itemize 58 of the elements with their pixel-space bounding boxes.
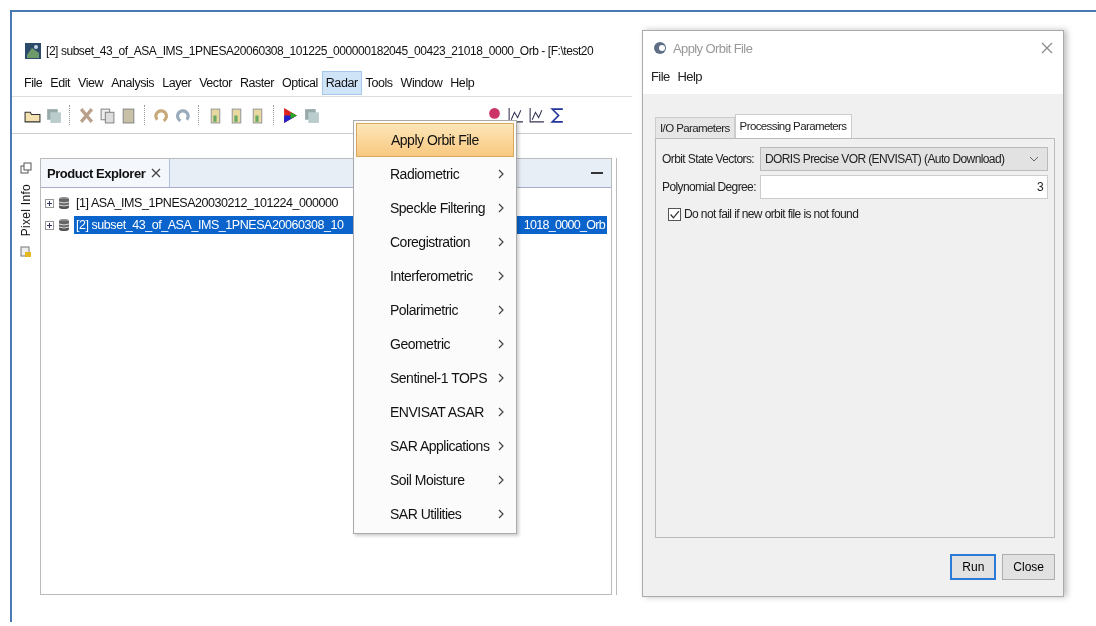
field-label: Polynomial Degree:	[662, 180, 756, 194]
menu-item[interactable]: Optical	[278, 71, 322, 95]
app-logo-icon	[653, 41, 667, 55]
menu-item[interactable]: File	[20, 71, 47, 95]
panel-tab[interactable]: Product Explorer	[41, 159, 171, 187]
menu-entry[interactable]: Sentinel-1 TOPS	[356, 361, 514, 395]
chart-icon[interactable]	[528, 106, 545, 124]
redo-icon[interactable]	[174, 106, 191, 124]
product-item[interactable]: [1] ASA_IMS_1PNESA20030212_101224_000000	[74, 194, 341, 212]
database-icon	[58, 196, 70, 210]
field-label: Orbit State Vectors:	[662, 152, 756, 166]
menu-item[interactable]: Analysis	[107, 71, 159, 95]
dialog-button[interactable]: Close	[1002, 554, 1055, 580]
window-title: [2] subset_43_of_ASA_IMS_1PNESA20060308_101225_000000182045_00423_21018_0000_Orb - [F:\test20	[46, 44, 594, 58]
menu-item[interactable]: Help	[446, 71, 479, 95]
menu-entry[interactable]: SAR Applications	[356, 429, 514, 463]
checkbox[interactable]	[668, 207, 681, 221]
cut-icon[interactable]	[78, 106, 95, 124]
tab[interactable]: I/O Parameters	[655, 117, 735, 138]
menu-entry[interactable]: Apply Orbit File	[356, 123, 514, 157]
menu-entry[interactable]: Geometric	[356, 327, 514, 361]
checkbox-label: Do not fail if new orbit file is not found	[684, 207, 859, 221]
database-icon	[58, 218, 70, 232]
menu-item[interactable]: Raster	[235, 71, 279, 95]
menu-entry[interactable]: Radiometric	[356, 157, 514, 191]
close-icon[interactable]	[151, 168, 162, 178]
menu-item[interactable]: Window	[396, 71, 447, 95]
menu-item[interactable]: Vector	[195, 71, 236, 95]
app-icon	[25, 43, 41, 59]
caret-icon	[1029, 156, 1039, 162]
sigma-icon[interactable]	[549, 106, 566, 124]
dropdown-field[interactable]: DORIS Precise VOR (ENVISAT) (Auto Download)	[760, 147, 1048, 171]
menu-entry[interactable]: ENVISAT ASAR	[356, 395, 514, 429]
copy-icon[interactable]	[99, 106, 116, 124]
tab[interactable]: Processing Parameters	[734, 114, 852, 138]
dialog-title: Apply Orbit File	[673, 40, 754, 56]
color-icon[interactable]	[282, 106, 299, 124]
info-icon[interactable]	[20, 246, 32, 259]
menu-item[interactable]: View	[74, 71, 108, 95]
dialog-button[interactable]: Run	[950, 554, 997, 580]
undo-icon[interactable]	[153, 106, 170, 124]
menu-item[interactable]: Tools	[361, 71, 397, 95]
minimize-icon[interactable]	[591, 171, 603, 175]
menu-item[interactable]: Layer	[158, 71, 196, 95]
menu-entry[interactable]: SAR Utilities	[356, 497, 514, 531]
menu-entry[interactable]: Polarimetric	[356, 293, 514, 327]
window-icon[interactable]	[20, 162, 32, 174]
chart-icon[interactable]	[507, 106, 524, 124]
menu-item[interactable]: File	[651, 69, 670, 84]
expand-icon[interactable]	[45, 220, 54, 230]
side-tab[interactable]: Pixel Info	[19, 184, 33, 237]
menu-entry[interactable]: Interferometric	[356, 259, 514, 293]
menu-entry[interactable]: Soil Moisture	[356, 463, 514, 497]
menu-item[interactable]: Edit	[46, 71, 75, 95]
expand-icon[interactable]	[45, 198, 54, 208]
menu-item[interactable]: Help	[677, 69, 702, 84]
menu-item[interactable]: Radar	[321, 71, 362, 95]
input-field[interactable]: 3	[760, 175, 1048, 199]
